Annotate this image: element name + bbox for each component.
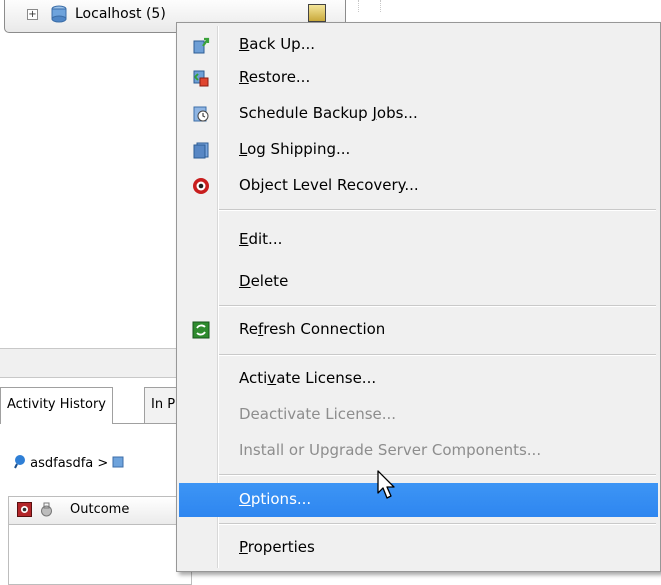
grid-body — [8, 524, 192, 585]
refresh-icon — [192, 321, 210, 339]
menu-item-restore[interactable]: Restore... — [179, 63, 658, 93]
menu-separator — [219, 474, 656, 476]
menu-item-refresh-connection[interactable]: Refresh Connection — [179, 315, 658, 345]
menu-item-options[interactable]: Options... — [179, 483, 658, 517]
backup-icon — [193, 37, 210, 54]
menu-item-properties[interactable]: Properties — [179, 533, 658, 563]
object-recovery-icon — [193, 178, 209, 194]
server-label: Localhost (5) — [75, 6, 166, 22]
menu-separator — [219, 305, 656, 307]
restore-icon — [193, 70, 209, 87]
menu-separator — [219, 523, 656, 525]
server-pin-icon — [14, 455, 25, 469]
tab-activity-history[interactable]: Activity History — [0, 387, 113, 424]
menu-item-edit[interactable]: Edit... — [179, 225, 658, 255]
activity-panel: Activity History In P asdfasdfa > Outcom… — [0, 378, 192, 585]
log-shipping-icon — [193, 142, 209, 159]
menu-item-delete[interactable]: Delete — [179, 267, 658, 297]
breadcrumb-root[interactable]: asdfasdfa — [30, 456, 93, 471]
menu-item-back-up[interactable]: Back Up... — [179, 30, 658, 60]
menu-item-log-shipping[interactable]: Log Shipping... — [179, 135, 658, 165]
menu-item-install-upgrade-components: Install or Upgrade Server Components... — [239, 441, 542, 459]
tab-strip: Activity History In P — [0, 378, 190, 424]
column-outcome[interactable]: Outcome — [70, 502, 129, 517]
menu-item-schedule-backup-jobs[interactable]: Schedule Backup Jobs... — [179, 99, 658, 129]
mouse-cursor-icon — [377, 470, 395, 499]
column-divider — [380, 0, 381, 12]
menu-separator — [219, 354, 656, 356]
database-icon — [112, 456, 124, 468]
lock-icon[interactable] — [39, 502, 54, 517]
column-divider — [358, 0, 359, 12]
expand-toggle[interactable]: + — [27, 9, 38, 20]
breadcrumb: asdfasdfa > — [14, 455, 124, 471]
menu-item-activate-license[interactable]: Activate License... — [179, 364, 658, 394]
camera-icon[interactable] — [17, 502, 32, 517]
menu-item-object-level-recovery[interactable]: Object Level Recovery... — [179, 171, 658, 201]
context-menu: Back Up... Restore... Schedule Backup Jo… — [176, 22, 661, 572]
server-status-icon[interactable] — [308, 4, 326, 22]
database-server-icon — [51, 5, 67, 23]
schedule-icon — [193, 106, 209, 122]
breadcrumb-separator: > — [97, 456, 109, 471]
grid-header: Outcome — [8, 496, 192, 525]
menu-item-deactivate-license: Deactivate License... — [239, 405, 397, 423]
menu-separator — [219, 209, 656, 211]
